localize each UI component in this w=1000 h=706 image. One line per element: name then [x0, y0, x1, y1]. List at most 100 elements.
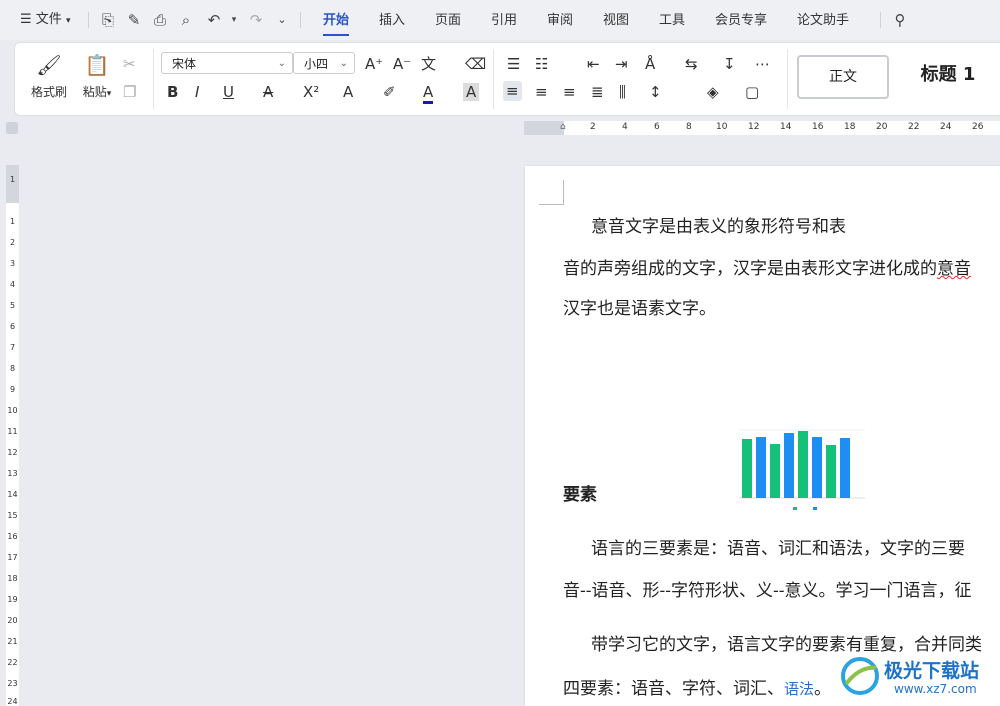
ruler-tick: 8	[686, 122, 692, 132]
phonetic-guide-icon[interactable]: 文	[421, 55, 436, 73]
copy-icon[interactable]: ❐	[123, 83, 136, 101]
tab-references[interactable]: 引用	[491, 8, 517, 34]
ruler-corner[interactable]	[6, 122, 18, 134]
superscript-icon[interactable]: X²	[303, 83, 319, 101]
style-heading-1[interactable]: 标题 1	[893, 55, 1000, 95]
ruler-tick: 4	[9, 280, 16, 289]
tab-view[interactable]: 视图	[603, 8, 629, 34]
format-painter-button[interactable]: 🖌 格式刷	[29, 53, 69, 100]
divider	[153, 49, 154, 109]
text-direction-icon[interactable]: ⇆	[685, 55, 698, 73]
save-icon[interactable]: ⎘	[98, 10, 118, 30]
tab-paper-assistant[interactable]: 论文助手	[797, 8, 849, 34]
text-effect-icon[interactable]: A	[343, 83, 353, 101]
embedded-chart-image[interactable]	[735, 424, 871, 516]
align-right-icon[interactable]: ≡	[563, 83, 576, 101]
decrease-indent-icon[interactable]: ⇤	[587, 55, 600, 73]
chinese-layout-icon[interactable]: Å	[645, 55, 655, 73]
undo-icon[interactable]: ↶	[204, 10, 224, 30]
ruler-tick: 24	[940, 122, 952, 132]
ruler-tick: 18	[844, 122, 856, 132]
body-text-line[interactable]: 意音文字是由表义的象形符号和表	[591, 212, 846, 237]
body-text-line[interactable]: 汉字也是语素文字。	[563, 294, 716, 319]
ruler-tick: 19	[7, 595, 18, 604]
body-text-line[interactable]: 四要素：语音、字符、词汇、语法。	[563, 674, 831, 699]
ruler-tick: 1	[9, 175, 16, 184]
paste-button[interactable]: 📋 粘贴▾	[77, 53, 117, 100]
watermark-title: 极光下载站	[884, 660, 980, 682]
numbered-list-icon[interactable]: ☷	[535, 55, 548, 73]
body-text-line[interactable]: 音的声旁组成的文字，汉字是由表形文字进化成的意音	[563, 254, 971, 279]
style-normal[interactable]: 正文	[797, 55, 889, 99]
ruler-tick: 21	[7, 637, 18, 646]
chevron-down-icon: ⌄	[339, 58, 348, 69]
body-text-line[interactable]: 音--语音、形--字符形状、义--意义。学习一门语言，征	[563, 576, 971, 601]
tab-home[interactable]: 开始	[323, 8, 350, 36]
print-preview-icon[interactable]: ⌕	[176, 10, 196, 30]
chart-legend-swatch	[813, 507, 817, 510]
align-center-icon[interactable]: ≡	[535, 83, 548, 101]
line-spacing-icon[interactable]: ↕	[649, 83, 662, 101]
ruler-tick: 26	[972, 122, 984, 132]
indent-marker-icon[interactable]: ⌂	[560, 122, 566, 132]
strikethrough-icon[interactable]: A	[263, 83, 273, 101]
tab-membership[interactable]: 会员专享	[715, 8, 767, 34]
font-family-select[interactable]: 宋体 ⌄	[161, 52, 293, 74]
ruler-tick: 18	[7, 574, 18, 583]
increase-font-icon[interactable]: A⁺	[365, 55, 383, 73]
undo-dropdown-icon[interactable]: ▾	[224, 10, 244, 30]
border-icon[interactable]: ▢	[745, 83, 759, 101]
document-page[interactable]: 意音文字是由表义的象形符号和表 音的声旁组成的文字，汉字是由表形文字进化成的意音…	[525, 166, 1000, 706]
increase-indent-icon[interactable]: ⇥	[615, 55, 628, 73]
chart-bar	[756, 437, 766, 498]
ruler-tick: 23	[7, 679, 18, 688]
redo-icon[interactable]: ↷	[246, 10, 266, 30]
bullet-list-icon[interactable]: ☰	[507, 55, 520, 73]
divider	[880, 12, 881, 28]
tab-tools[interactable]: 工具	[659, 8, 685, 34]
ruler-tick: 13	[7, 469, 18, 478]
margin-corner-mark	[539, 180, 564, 205]
ruler-tick: 16	[812, 122, 824, 132]
body-text-line[interactable]: 语言的三要素是：语音、词汇和语法，文字的三要	[591, 534, 965, 559]
horizontal-ruler[interactable]: ⌂ 2 4 6 8 10 12 14 16 18 20 22 24 26	[524, 121, 1000, 135]
ruler-tick: 12	[7, 448, 18, 457]
search-icon[interactable]: ⚲	[890, 10, 910, 30]
highlight-icon[interactable]: ✐	[383, 83, 396, 101]
underline-icon[interactable]: U	[223, 83, 234, 101]
more-chevron-icon[interactable]: ⌄	[272, 10, 292, 30]
italic-icon[interactable]: I	[195, 83, 199, 101]
paste-label-wrap: 粘贴▾	[77, 83, 117, 100]
ruler-tick: 11	[7, 427, 18, 436]
tab-home-label: 开始	[323, 13, 350, 28]
bold-icon[interactable]: B	[167, 83, 178, 101]
chart-legend-swatch	[793, 507, 797, 510]
sort-icon[interactable]: ↧	[723, 55, 736, 73]
clear-format-icon[interactable]: ⌫	[465, 55, 486, 73]
chevron-down-icon: ▾	[65, 16, 71, 26]
chart-bar	[826, 445, 836, 498]
file-menu[interactable]: ☰ 文件 ▾	[20, 8, 70, 32]
char-shading-icon[interactable]: A	[463, 83, 480, 101]
divider	[493, 49, 494, 109]
chart-bar	[784, 433, 794, 498]
decrease-font-icon[interactable]: A⁻	[393, 55, 411, 73]
format-brush-icon[interactable]: ✎	[124, 10, 144, 30]
vertical-ruler[interactable]: 1 1 2 3 4 5 6 7 8 9 10 11 12 13 14 15 16…	[6, 165, 19, 706]
ruler-tick: 2	[590, 122, 596, 132]
justify-icon[interactable]: ≣	[591, 83, 604, 101]
shading-icon[interactable]: ◈	[707, 83, 719, 101]
show-marks-icon[interactable]: ⋯	[755, 55, 770, 73]
tab-review[interactable]: 审阅	[547, 8, 573, 34]
distributed-align-icon[interactable]: ⫼	[619, 83, 626, 101]
tab-page[interactable]: 页面	[435, 8, 461, 34]
print-icon[interactable]: ⎙	[150, 10, 170, 30]
font-size-select[interactable]: 小四 ⌄	[293, 52, 355, 74]
align-left-icon[interactable]: ≡	[503, 81, 522, 101]
tab-insert[interactable]: 插入	[379, 8, 405, 34]
section-heading[interactable]: 要素	[563, 480, 597, 505]
format-painter-label: 格式刷	[30, 85, 67, 99]
font-color-icon[interactable]: A	[423, 83, 434, 104]
cut-icon[interactable]: ✂	[123, 55, 136, 73]
body-text-segment: 。	[814, 679, 832, 699]
